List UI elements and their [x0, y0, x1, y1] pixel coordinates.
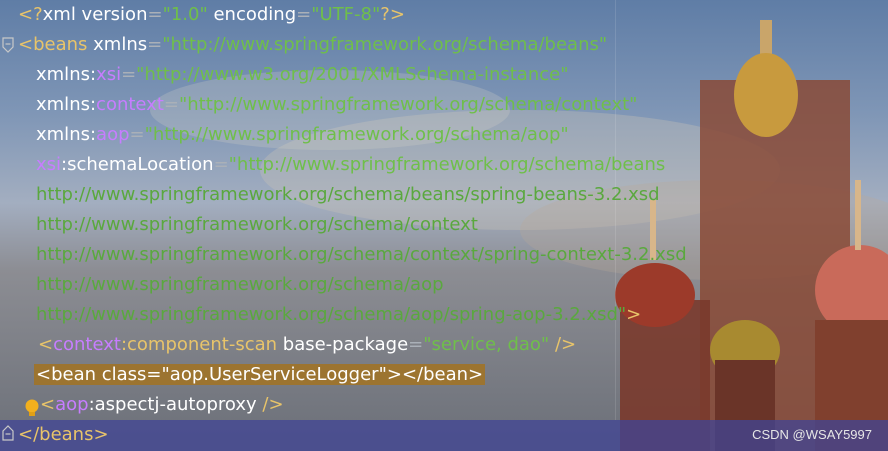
value-version: "1.0" — [162, 4, 208, 25]
attr-schema-location: :schemaLocation — [61, 154, 214, 175]
tag-self-close: /> — [549, 334, 577, 355]
attr-xmlns: xmlns — [87, 34, 148, 55]
code-line-1[interactable]: <?xml version="1.0" encoding="UTF-8"?> — [18, 0, 405, 30]
value-aop: "http://www.springframework.org/schema/a… — [144, 124, 569, 145]
ns-aop: aop — [55, 394, 89, 415]
tag-beans: beans — [33, 34, 88, 55]
code-line-3[interactable]: xmlns:xsi="http://www.w3.org/2001/XMLSch… — [36, 60, 568, 90]
tag-component-scan: :component-scan — [120, 334, 278, 355]
schema-url: http://www.springframework.org/schema/ao… — [36, 304, 627, 325]
code-line-9[interactable]: http://www.springframework.org/schema/co… — [36, 240, 687, 270]
tag-close: > — [93, 424, 109, 445]
highlighted-bean-tag[interactable]: <bean class="aop.UserServiceLogger"></be… — [34, 364, 486, 385]
tag-open: </ — [18, 424, 40, 445]
attr-xmlns-prefix: xmlns: — [36, 94, 97, 115]
equals: = — [121, 64, 137, 85]
equals: = — [129, 124, 145, 145]
code-line-11[interactable]: http://www.springframework.org/schema/ao… — [36, 300, 641, 330]
tag-open: < — [18, 34, 34, 55]
ns-context: context — [96, 94, 164, 115]
value-xmlns: "http://www.springframework.org/schema/b… — [162, 34, 608, 55]
xml-decl-close: ?> — [380, 4, 405, 25]
lightbulb-icon[interactable] — [24, 398, 40, 418]
equals: = — [408, 334, 424, 355]
attr-encoding: encoding — [207, 4, 297, 25]
code-editor[interactable]: <?xml version="1.0" encoding="UTF-8"?> <… — [0, 0, 888, 451]
tag-beans: beans — [39, 424, 94, 445]
code-line-14[interactable]: <aop:aspectj-autoproxy /> — [40, 390, 284, 420]
ns-xsi: xsi — [36, 154, 62, 175]
fold-marker-icon[interactable] — [2, 425, 14, 441]
equals: = — [296, 4, 312, 25]
fold-marker-icon[interactable] — [2, 37, 14, 53]
code-line-2[interactable]: <beans xmlns="http://www.springframework… — [18, 30, 607, 60]
ns-xsi: xsi — [96, 64, 122, 85]
equals: = — [213, 154, 229, 175]
tag-open: < — [38, 334, 54, 355]
code-line-10[interactable]: http://www.springframework.org/schema/ao… — [36, 270, 444, 300]
code-line-7[interactable]: http://www.springframework.org/schema/be… — [36, 180, 660, 210]
ns-aop: aop — [96, 124, 130, 145]
equals: = — [147, 34, 163, 55]
attr-xmlns-prefix: xmlns: — [36, 124, 97, 145]
xml-decl-open: <? — [18, 4, 43, 25]
value-schema-location: "http://www.springframework.org/schema/b… — [228, 154, 666, 175]
ns-context: context — [53, 334, 121, 355]
code-line-4[interactable]: xmlns:context="http://www.springframewor… — [36, 90, 637, 120]
attr-version: version — [75, 4, 148, 25]
equals: = — [147, 4, 163, 25]
value-context: "http://www.springframework.org/schema/c… — [178, 94, 638, 115]
attr-base-package: base-package — [277, 334, 409, 355]
code-line-13[interactable]: <bean class="aop.UserServiceLogger"></be… — [34, 360, 486, 390]
value-xsi: "http://www.w3.org/2001/XMLSchema-instan… — [136, 64, 569, 85]
code-line-12[interactable]: <context:component-scan base-package="se… — [38, 330, 576, 360]
watermark: CSDN @WSAY5997 — [752, 427, 872, 442]
code-line-5[interactable]: xmlns:aop="http://www.springframework.or… — [36, 120, 569, 150]
code-line-8[interactable]: http://www.springframework.org/schema/co… — [36, 210, 478, 240]
tag-self-close: /> — [256, 394, 284, 415]
attr-xmlns-prefix: xmlns: — [36, 64, 97, 85]
tag-aspectj-autoproxy: :aspectj-autoproxy — [88, 394, 257, 415]
value-encoding: "UTF-8" — [311, 4, 381, 25]
code-line-6[interactable]: xsi:schemaLocation="http://www.springfra… — [36, 150, 665, 180]
equals: = — [163, 94, 179, 115]
code-line-15[interactable]: </beans> — [18, 420, 109, 450]
xml-decl-name: xml — [42, 4, 76, 25]
tag-open: < — [40, 394, 56, 415]
value-base-package: "service, dao" — [423, 334, 550, 355]
tag-close: > — [626, 304, 642, 325]
